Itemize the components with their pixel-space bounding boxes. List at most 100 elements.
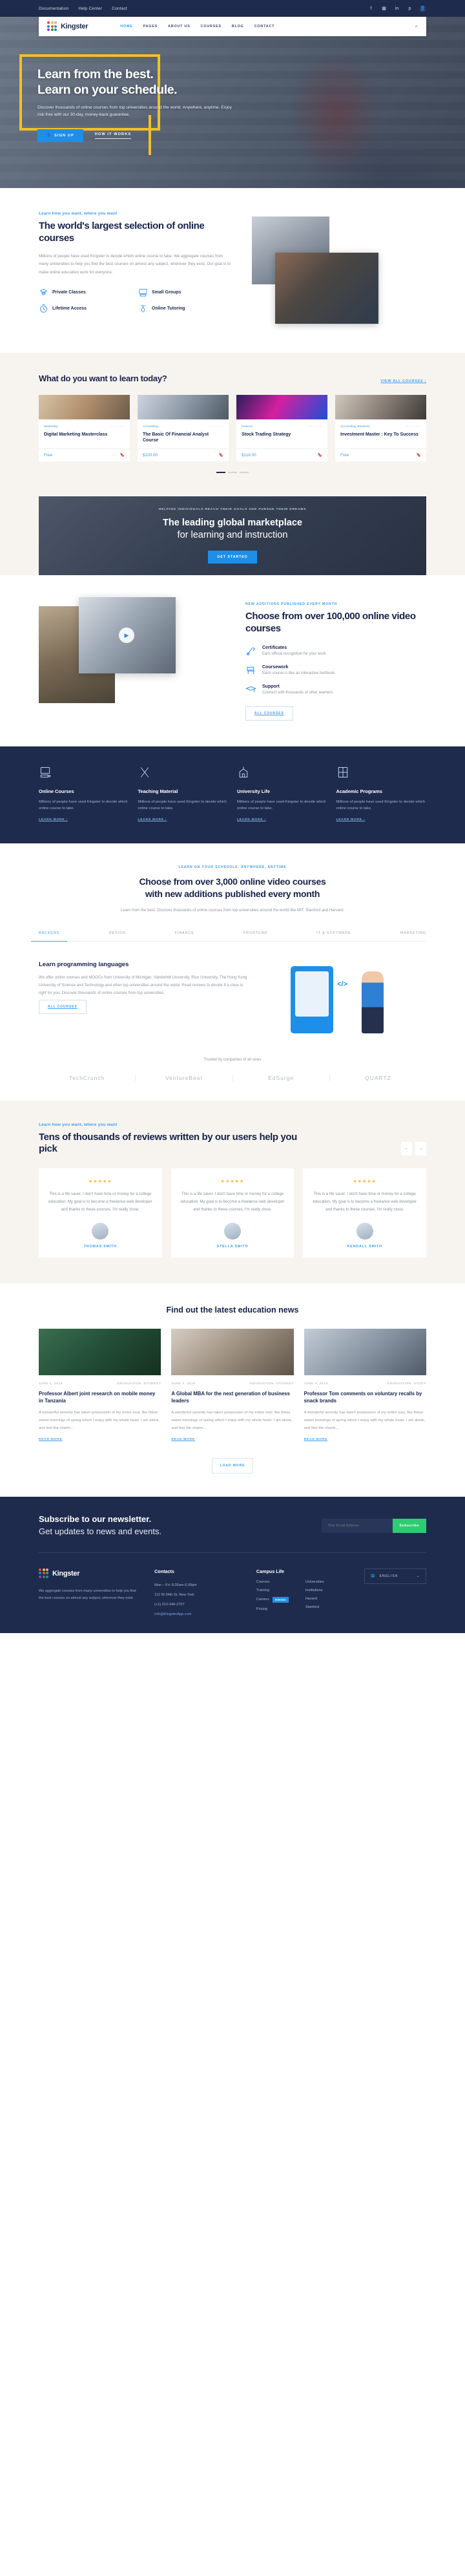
- bookmark-icon[interactable]: 🔖: [219, 453, 223, 458]
- campus-link-stanford[interactable]: Stanford: [305, 1605, 324, 1609]
- arrow-right-icon[interactable]: →: [415, 1142, 426, 1156]
- how-it-works-button[interactable]: HOW IT WORKS: [94, 132, 132, 139]
- tab-marketing[interactable]: MARKETING: [400, 931, 426, 941]
- feature-online-tutoring[interactable]: Online Tutoring: [138, 304, 232, 313]
- read-more-link[interactable]: READ MORE: [39, 1438, 161, 1441]
- campus-link-institutions[interactable]: Institutions: [305, 1589, 324, 1592]
- link-help-center[interactable]: Help Center: [78, 6, 102, 11]
- campus-link-pricing[interactable]: Pricing: [256, 1607, 289, 1611]
- graduation-cap-icon: [245, 684, 256, 695]
- feature-small-groups[interactable]: Small Groups: [138, 288, 232, 297]
- carousel-dot-2[interactable]: [228, 472, 237, 473]
- dark-feature-title: Online Courses: [39, 788, 74, 794]
- facebook-icon[interactable]: f: [367, 5, 375, 12]
- feature-lifetime-access[interactable]: Lifetime Access: [39, 304, 133, 313]
- course-category[interactable]: Accounting, Business: [340, 425, 370, 428]
- tab-design[interactable]: DESIGN: [109, 931, 126, 941]
- footer-brand-logo[interactable]: Kingster: [39, 1568, 140, 1579]
- news-card[interactable]: JUNE 4, 2018 GRADUATION, STUDENT Profess…: [39, 1328, 161, 1441]
- news-category[interactable]: GRADUATION, STUDY: [387, 1382, 426, 1386]
- dark-feature-teaching-material: Teaching Material Millions of people hav…: [138, 766, 229, 821]
- linkedin-icon[interactable]: in: [393, 5, 400, 12]
- course-category[interactable]: Accounting: [143, 425, 158, 428]
- choose-100k-eyebrow: NEW ADDITIONS PUBLISHED EVERY MONTH: [245, 602, 338, 606]
- campus-link-training[interactable]: Training: [256, 1589, 289, 1592]
- nav-item-blog[interactable]: BLOG: [232, 25, 244, 28]
- calculator-icon: [336, 766, 349, 781]
- course-card[interactable]: Finance ☆☆☆☆☆ Stock Trading Strategy $11…: [236, 395, 327, 461]
- feature-title: Support: [262, 684, 280, 689]
- course-title[interactable]: Digital Marketing Masterclass: [44, 432, 125, 444]
- bookmark-icon[interactable]: 🔖: [120, 453, 125, 458]
- campus-link-courses[interactable]: Courses: [256, 1580, 289, 1584]
- tab-finance[interactable]: FINANCE: [175, 931, 194, 941]
- course-card[interactable]: Accounting, Business ☆☆☆☆☆ Investment Ma…: [335, 395, 426, 461]
- campus-link-universities[interactable]: Universities: [305, 1580, 324, 1584]
- course-thumbnail: [236, 395, 327, 419]
- learn-more-link[interactable]: LEARN MORE ›: [336, 818, 427, 821]
- bookmark-icon[interactable]: 🔖: [318, 453, 322, 458]
- read-more-link[interactable]: READ MORE: [171, 1438, 293, 1441]
- course-title[interactable]: Investment Master : Key To Success: [340, 432, 421, 444]
- bookmark-icon[interactable]: 🔖: [417, 453, 421, 458]
- view-all-courses-link[interactable]: VIEW ALL COURSES ›: [380, 379, 426, 383]
- all-courses-button[interactable]: ALL COURSES: [245, 706, 293, 721]
- link-contact[interactable]: Contact: [112, 6, 127, 11]
- nav-item-courses[interactable]: COURSES: [201, 25, 222, 28]
- load-more-button[interactable]: LOAD MORE: [212, 1458, 253, 1474]
- brand-logo[interactable]: Kingster: [47, 21, 88, 32]
- search-icon[interactable]: ⌕: [415, 23, 418, 30]
- news-thumbnail: [39, 1328, 161, 1375]
- language-label: ENGLISH: [379, 1574, 398, 1578]
- arrow-left-icon[interactable]: ←: [401, 1142, 412, 1156]
- learn-more-link[interactable]: LEARN MORE ›: [237, 818, 327, 821]
- course-card[interactable]: Marketing ☆☆☆☆☆ Digital Marketing Master…: [39, 395, 130, 461]
- course-title[interactable]: Stock Trading Strategy: [242, 432, 322, 444]
- news-headline[interactable]: A Global MBA for the next generation of …: [171, 1391, 293, 1405]
- course-title[interactable]: The Basic Of Financial Analyst Course: [143, 432, 223, 444]
- nav-item-about-us[interactable]: ABOUT US: [168, 25, 191, 28]
- contact-phone[interactable]: (+1) 212-946-2707: [154, 1603, 242, 1607]
- carousel-dot-3[interactable]: [240, 472, 249, 473]
- feature-private-classes[interactable]: Private Classes: [39, 288, 133, 297]
- news-category[interactable]: GRADUATION, STUDENT: [249, 1382, 293, 1386]
- course-card[interactable]: Accounting ☆☆☆☆☆ The Basic Of Financial …: [138, 395, 229, 461]
- read-more-link[interactable]: READ MORE: [304, 1438, 426, 1441]
- footer-campus-heading: Campus Life: [256, 1568, 285, 1574]
- campus-link-careers[interactable]: Careers HIRING: [256, 1596, 289, 1603]
- tab-it-software[interactable]: IT & SOFTWARE: [316, 931, 351, 941]
- pencil-ruler-icon: [138, 766, 151, 781]
- testimonials-grid: ★★★★★ This is a life saver. I don't have…: [39, 1168, 426, 1258]
- get-started-button[interactable]: GET STARTED: [208, 550, 257, 564]
- pinterest-icon[interactable]: p: [406, 5, 413, 12]
- contact-email[interactable]: info@KingsterApp.com: [154, 1612, 242, 1616]
- play-icon[interactable]: ▶: [119, 628, 134, 643]
- avatar: [223, 1222, 241, 1240]
- link-documentation[interactable]: Documentation: [39, 6, 68, 11]
- news-headline[interactable]: Professor Albert joint research on mobil…: [39, 1391, 161, 1405]
- course-category[interactable]: Marketing: [44, 425, 57, 428]
- nav-item-pages[interactable]: PAGES: [143, 25, 158, 28]
- campus-link-havard[interactable]: Havard: [305, 1597, 324, 1601]
- language-selector[interactable]: 🌐 ENGLISH ⌄: [364, 1568, 426, 1584]
- learn-more-link[interactable]: LEARN MORE ›: [39, 818, 129, 821]
- news-category[interactable]: GRADUATION, STUDENT: [117, 1382, 161, 1386]
- nav-item-home[interactable]: HOME: [120, 25, 132, 28]
- tab-frontend[interactable]: FRONTEND: [243, 931, 267, 941]
- course-category[interactable]: Finance: [242, 425, 253, 428]
- tab-backend[interactable]: BACKEND: [30, 931, 68, 942]
- carousel-dot-1[interactable]: [216, 472, 225, 473]
- nav-item-contact[interactable]: CONTACT: [254, 25, 275, 28]
- news-headline[interactable]: Professor Tom comments on voluntary reca…: [304, 1391, 426, 1405]
- tab-all-courses-button[interactable]: ALL COURSES: [39, 1000, 87, 1015]
- top-utility-bar: Documentation Help Center Contact f ▦ in…: [0, 0, 465, 17]
- flickr-icon[interactable]: ▦: [380, 5, 388, 12]
- feature-title: Certificates: [262, 645, 287, 650]
- account-icon[interactable]: 👤: [419, 5, 426, 12]
- sign-up-button[interactable]: 👤 SIGN UP: [37, 129, 83, 142]
- learn-more-link[interactable]: LEARN MORE ›: [138, 818, 229, 821]
- news-card[interactable]: JUNE 4, 2018 GRADUATION, STUDENT A Globa…: [171, 1328, 294, 1441]
- news-card[interactable]: JUNE 4, 2018 GRADUATION, STUDY Professor…: [304, 1328, 426, 1441]
- subscribe-button[interactable]: Subscribe: [392, 1518, 426, 1533]
- email-input[interactable]: [321, 1518, 393, 1533]
